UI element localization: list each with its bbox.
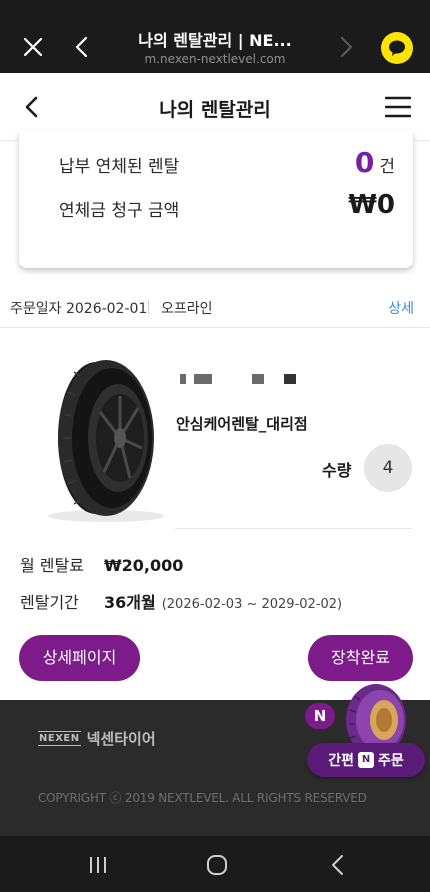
- masked-block: [284, 374, 296, 384]
- quantity-label: 수량: [322, 461, 352, 480]
- rental-store-name: 안심케어렌탈_대리점: [176, 415, 308, 433]
- order-date: 주문일자 2026-02-01: [10, 301, 148, 317]
- nexen-n-badge[interactable]: N: [305, 703, 335, 729]
- monthly-fee-value: ₩20,000: [104, 556, 184, 575]
- order-meta-bar: 주문일자 2026-02-01 오프라인 상세: [0, 288, 430, 328]
- rental-period-row: 렌탈기간 36개월 (2026-02-03 ~ 2029-02-02): [20, 589, 342, 613]
- nexen-logo-text: 넥센타이어: [86, 730, 156, 748]
- nexen-logo-mark: NEXEN: [38, 731, 81, 746]
- masked-block: [194, 374, 212, 384]
- quick-order-label-right: 주문: [378, 753, 404, 769]
- nav-back-icon[interactable]: [330, 854, 346, 876]
- divider: [148, 300, 149, 314]
- quick-order-button[interactable]: 간편 N 주문: [307, 743, 425, 777]
- recent-apps-icon[interactable]: [88, 856, 108, 874]
- overdue-count-value: 0 건: [355, 146, 395, 179]
- overdue-amount-row: 연체금 청구 금액 ₩0: [59, 190, 395, 226]
- overdue-count-row: 납부 연체된 렌탈 0 건: [59, 146, 395, 182]
- rental-period-range: (2026-02-03 ~ 2029-02-02): [161, 597, 343, 612]
- page-title: 나의 렌탈관리: [159, 99, 271, 121]
- cart-icon: N: [358, 752, 374, 768]
- detail-page-button[interactable]: 상세페이지: [19, 635, 140, 681]
- overdue-amount-value: ₩0: [348, 190, 395, 220]
- quick-order-label-left: 간편: [328, 753, 354, 769]
- masked-block: [180, 374, 186, 384]
- masked-block: [252, 374, 264, 384]
- rental-period-value: 36개월: [104, 593, 156, 612]
- install-complete-button[interactable]: 장착완료: [308, 635, 413, 681]
- browser-page-title: 나의 렌탈관리 | NE...: [138, 31, 292, 50]
- kakao-talk-button[interactable]: [381, 32, 413, 64]
- browser-toolbar: 나의 렌탈관리 | NE... m.nexen-nextlevel.com: [0, 0, 430, 73]
- android-navigation-bar: [0, 836, 430, 892]
- hamburger-menu-icon[interactable]: [385, 95, 411, 119]
- order-channel: 오프라인: [161, 301, 213, 317]
- divider: [175, 528, 412, 529]
- rental-period-label: 렌탈기간: [20, 593, 79, 612]
- home-icon[interactable]: [206, 854, 228, 876]
- overdue-summary-card: 납부 연체된 렌탈 0 건 연체금 청구 금액 ₩0: [19, 130, 413, 268]
- close-icon[interactable]: [20, 34, 46, 60]
- copyright-text: COPYRIGHT ⓒ 2019 NEXTLEVEL. ALL RIGHTS R…: [38, 791, 367, 805]
- browser-back-icon[interactable]: [72, 34, 92, 60]
- overdue-count-label: 납부 연체된 렌탈: [59, 157, 180, 177]
- tire-product-image: [48, 360, 164, 522]
- chat-bubble-icon: [389, 40, 405, 56]
- monthly-fee-label: 월 렌탈료: [20, 556, 84, 575]
- overdue-amount-label: 연체금 청구 금액: [59, 201, 180, 221]
- quantity-value: 4: [364, 444, 412, 492]
- product-code-masked: [180, 370, 320, 390]
- order-detail-link[interactable]: 상세: [388, 298, 414, 318]
- monthly-fee-row: 월 렌탈료 ₩20,000: [20, 552, 183, 576]
- browser-forward-icon[interactable]: [336, 34, 356, 60]
- overdue-count-unit: 건: [379, 157, 395, 177]
- browser-url: m.nexen-nextlevel.com: [144, 52, 286, 66]
- nexen-tire-logo: NEXEN 넥센타이어: [38, 728, 156, 749]
- overdue-count-number: 0: [354, 146, 375, 179]
- overdue-amount-number: ₩0: [348, 190, 395, 220]
